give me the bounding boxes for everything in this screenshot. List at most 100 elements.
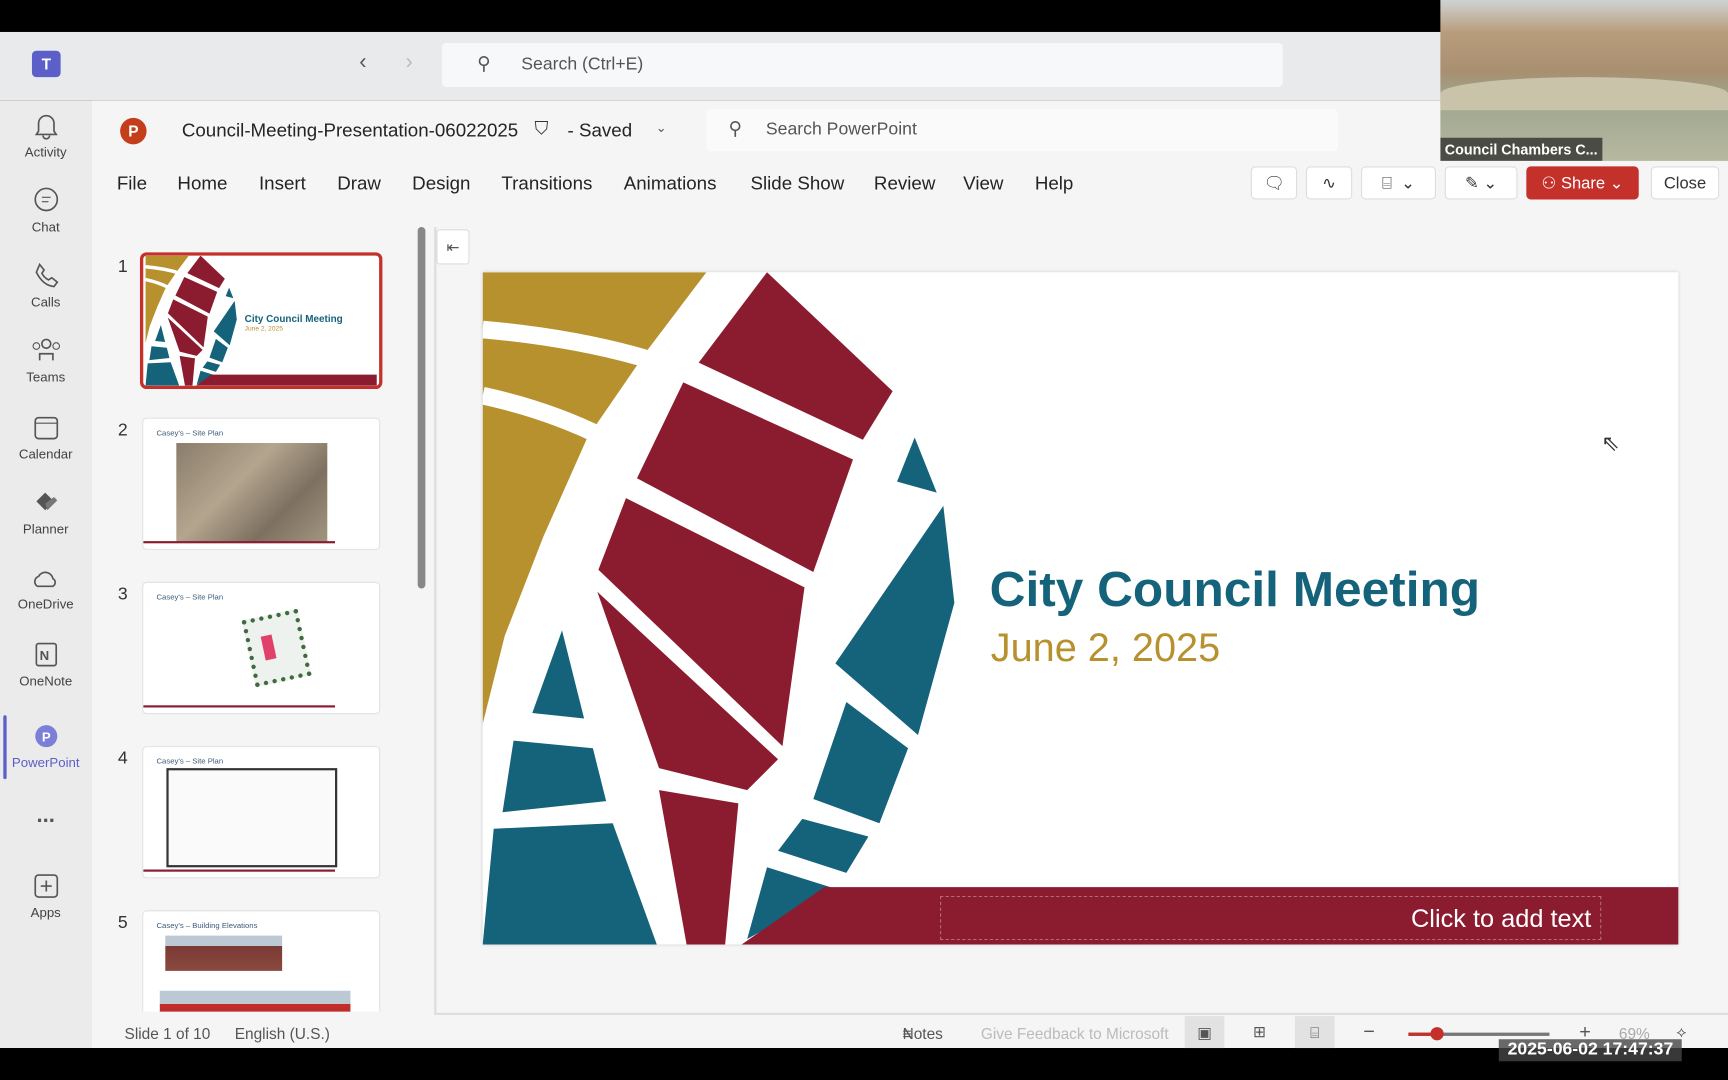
file-name[interactable]: Council-Meeting-Presentation-06022025 bbox=[182, 120, 518, 142]
video-tile[interactable]: Council Chambers C... bbox=[1440, 0, 1728, 161]
slide-thumbnail-1[interactable]: City Council Meeting June 2, 2025 bbox=[139, 252, 383, 390]
rail-planner[interactable]: Planner bbox=[0, 488, 91, 537]
elevation-image-1 bbox=[165, 935, 283, 971]
footer-placeholder[interactable]: Click to add text bbox=[940, 895, 1602, 941]
collapse-pane-button[interactable]: ⇤ bbox=[436, 229, 470, 265]
zoom-slider[interactable] bbox=[1408, 1027, 1550, 1041]
chat-icon bbox=[33, 187, 58, 212]
menu-slide-show[interactable]: Slide Show bbox=[750, 173, 844, 195]
activity-icon: ∿ bbox=[1322, 174, 1336, 193]
rail-label: Activity bbox=[24, 144, 67, 160]
thumb-title: City Council Meeting bbox=[244, 312, 343, 324]
rail-chat[interactable]: Chat bbox=[0, 186, 91, 235]
menu-review[interactable]: Review bbox=[874, 173, 935, 195]
chevron-down-icon[interactable]: ⌄ bbox=[656, 120, 667, 135]
cloud-icon bbox=[33, 571, 56, 588]
save-status: - Saved bbox=[567, 120, 633, 142]
feedback-link[interactable]: Give Feedback to Microsoft bbox=[981, 1025, 1169, 1043]
menu-animations[interactable]: Animations bbox=[624, 173, 717, 195]
thumb-title: Casey's – Site Plan bbox=[156, 758, 224, 766]
rail-label: Chat bbox=[31, 219, 60, 235]
thumb-title: Casey's – Site Plan bbox=[156, 593, 224, 602]
slide-number: 3 bbox=[117, 585, 128, 604]
onenote-icon: N bbox=[34, 642, 57, 667]
footer-placeholder-text: Click to add text bbox=[1411, 903, 1592, 933]
present-button[interactable]: ⌸ ⌄ bbox=[1361, 166, 1436, 200]
powerpoint-icon: P bbox=[34, 725, 57, 748]
rail-calendar[interactable]: Calendar bbox=[0, 413, 91, 462]
menu-help[interactable]: Help bbox=[1035, 173, 1074, 195]
teams-search-input[interactable]: ⚲ Search (Ctrl+E) bbox=[441, 42, 1283, 88]
rail-label: Teams bbox=[26, 369, 66, 385]
slide-thumbnail-3[interactable]: Casey's – Site Plan bbox=[142, 581, 381, 715]
thumb-title: Casey's – Building Elevations bbox=[156, 922, 258, 931]
slide-sorter-icon[interactable]: ⊞ bbox=[1253, 1023, 1266, 1042]
language[interactable]: English (U.S.) bbox=[235, 1025, 330, 1043]
rail-onenote[interactable]: N OneNote bbox=[0, 640, 91, 689]
comments-button[interactable]: 🗨 bbox=[1250, 166, 1298, 200]
share-button[interactable]: ⚇ Share ⌄ bbox=[1526, 166, 1639, 200]
pencil-icon: ✎ bbox=[1464, 174, 1479, 193]
more-apps-icon[interactable]: ... bbox=[0, 803, 91, 828]
video-label: Council Chambers C... bbox=[1440, 137, 1603, 161]
teams-icon bbox=[31, 338, 60, 361]
teams-logo-icon: T bbox=[31, 50, 61, 78]
activity-button[interactable]: ∿ bbox=[1305, 166, 1353, 200]
dais bbox=[1440, 77, 1728, 111]
normal-view-icon[interactable]: ▣ bbox=[1184, 1016, 1225, 1050]
screen: T ‹ › ⚲ Search (Ctrl+E) Activity Chat Ca… bbox=[0, 0, 1728, 1080]
rail-powerpoint[interactable]: P PowerPoint bbox=[0, 722, 91, 770]
menu-design[interactable]: Design bbox=[412, 173, 470, 195]
notes-label: Notes bbox=[902, 1024, 943, 1043]
rail-label: OneDrive bbox=[17, 596, 74, 612]
chevron-down-icon: ⌄ bbox=[1483, 174, 1498, 193]
bottom-black-bar bbox=[0, 1048, 1728, 1080]
rail-teams[interactable]: Teams bbox=[0, 336, 91, 385]
rail-calls[interactable]: Calls bbox=[0, 261, 91, 310]
rail-activity[interactable]: Activity bbox=[0, 111, 91, 160]
sensitivity-shield-icon[interactable]: ⛉ bbox=[534, 118, 548, 140]
slide-thumbnail-4[interactable]: Casey's – Site Plan bbox=[142, 746, 381, 879]
reading-view-icon[interactable]: ⌸ bbox=[1294, 1016, 1335, 1050]
slide-title[interactable]: City Council Meeting bbox=[990, 561, 1480, 618]
menu-file[interactable]: File bbox=[117, 173, 147, 195]
menu-view[interactable]: View bbox=[963, 173, 1003, 195]
rail-label: Calls bbox=[31, 294, 61, 310]
search-icon: ⚲ bbox=[477, 52, 491, 74]
search-powerpoint-input[interactable]: ⚲ Search PowerPoint bbox=[706, 109, 1338, 151]
site-plan-image bbox=[241, 608, 312, 688]
phone-icon bbox=[34, 262, 58, 288]
thumbnail-scrollbar[interactable] bbox=[417, 227, 426, 589]
zoom-out-button[interactable]: − bbox=[1363, 1020, 1375, 1043]
presenter-icon: ⌸ bbox=[1381, 173, 1392, 193]
rail-label: Apps bbox=[30, 904, 61, 921]
menu-transitions[interactable]: Transitions bbox=[501, 173, 592, 195]
editing-mode-button[interactable]: ✎ ⌄ bbox=[1444, 166, 1518, 200]
menu-draw[interactable]: Draw bbox=[337, 173, 381, 195]
close-button[interactable]: Close bbox=[1650, 166, 1720, 200]
zoom-slider-thumb[interactable] bbox=[1430, 1027, 1444, 1041]
menu-home[interactable]: Home bbox=[177, 173, 227, 195]
slide-number: 2 bbox=[117, 420, 128, 440]
back-arrow-icon[interactable]: ‹ bbox=[359, 50, 366, 75]
chevron-down-icon[interactable]: ⌄ bbox=[1401, 173, 1415, 193]
close-label: Close bbox=[1663, 173, 1707, 193]
svg-text:P: P bbox=[41, 730, 50, 745]
aerial-image bbox=[176, 443, 328, 543]
rail-apps[interactable]: Apps bbox=[0, 872, 91, 920]
teams-app-rail: Activity Chat Calls Teams Calendar Plann… bbox=[0, 100, 92, 1049]
share-label: Share bbox=[1560, 173, 1606, 193]
site-drawing-image bbox=[166, 768, 338, 868]
forward-arrow-icon[interactable]: › bbox=[406, 50, 413, 75]
slide-canvas[interactable]: City Council Meeting June 2, 2025 Click … bbox=[482, 272, 1679, 945]
menu-insert[interactable]: Insert bbox=[259, 173, 306, 195]
search-placeholder: Search (Ctrl+E) bbox=[521, 55, 644, 74]
slide-subtitle[interactable]: June 2, 2025 bbox=[991, 625, 1220, 671]
slide-thumbnail-5[interactable]: Casey's – Building Elevations bbox=[142, 910, 381, 1012]
slide-thumbnail-2[interactable]: Casey's – Site Plan bbox=[142, 417, 381, 550]
search-icon: ⚲ bbox=[728, 117, 743, 139]
footer-line bbox=[143, 869, 336, 872]
rail-onedrive[interactable]: OneDrive bbox=[0, 565, 91, 612]
search-placeholder: Search PowerPoint bbox=[765, 120, 917, 139]
thumb-title: Casey's – Site Plan bbox=[156, 429, 224, 438]
